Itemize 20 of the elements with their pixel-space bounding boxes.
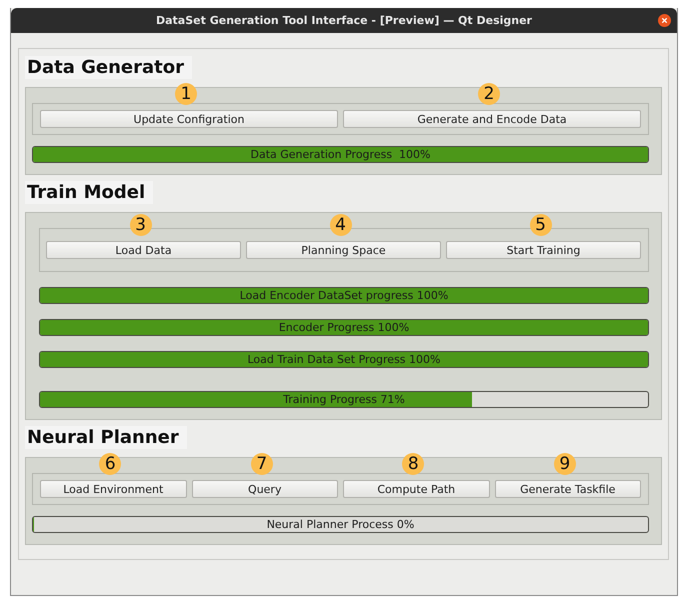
window-title: DataSet Generation Tool Interface - [Preview] — Qt Designer: [156, 14, 532, 27]
progress-label: Neural Planner Process 0%: [266, 517, 414, 532]
section-title: Neural Planner: [25, 426, 187, 449]
close-icon[interactable]: [658, 14, 671, 27]
number-badge: 7: [250, 453, 273, 475]
progress-label: Encoder Progress 100%: [278, 320, 410, 335]
progress-label: Load Train Data Set Progress 100%: [248, 352, 440, 367]
number-badge: 6: [99, 453, 122, 475]
progress-label: Load Encoder DataSet progress 100%: [240, 288, 448, 303]
number-badge: 5: [530, 214, 552, 236]
number-badge: 4: [330, 214, 352, 236]
number-badge: 2: [478, 83, 500, 105]
progress-label: Data Generation Progress 100%: [250, 147, 430, 162]
section-title: Data Generator: [25, 56, 192, 79]
section-title: Train Model: [25, 181, 154, 204]
number-badge: 1: [175, 83, 197, 105]
progress-label: Training Progress 71%: [283, 392, 405, 407]
number-badge: 9: [554, 453, 576, 475]
number-badge: 8: [402, 453, 424, 475]
number-badge: 3: [130, 214, 152, 236]
